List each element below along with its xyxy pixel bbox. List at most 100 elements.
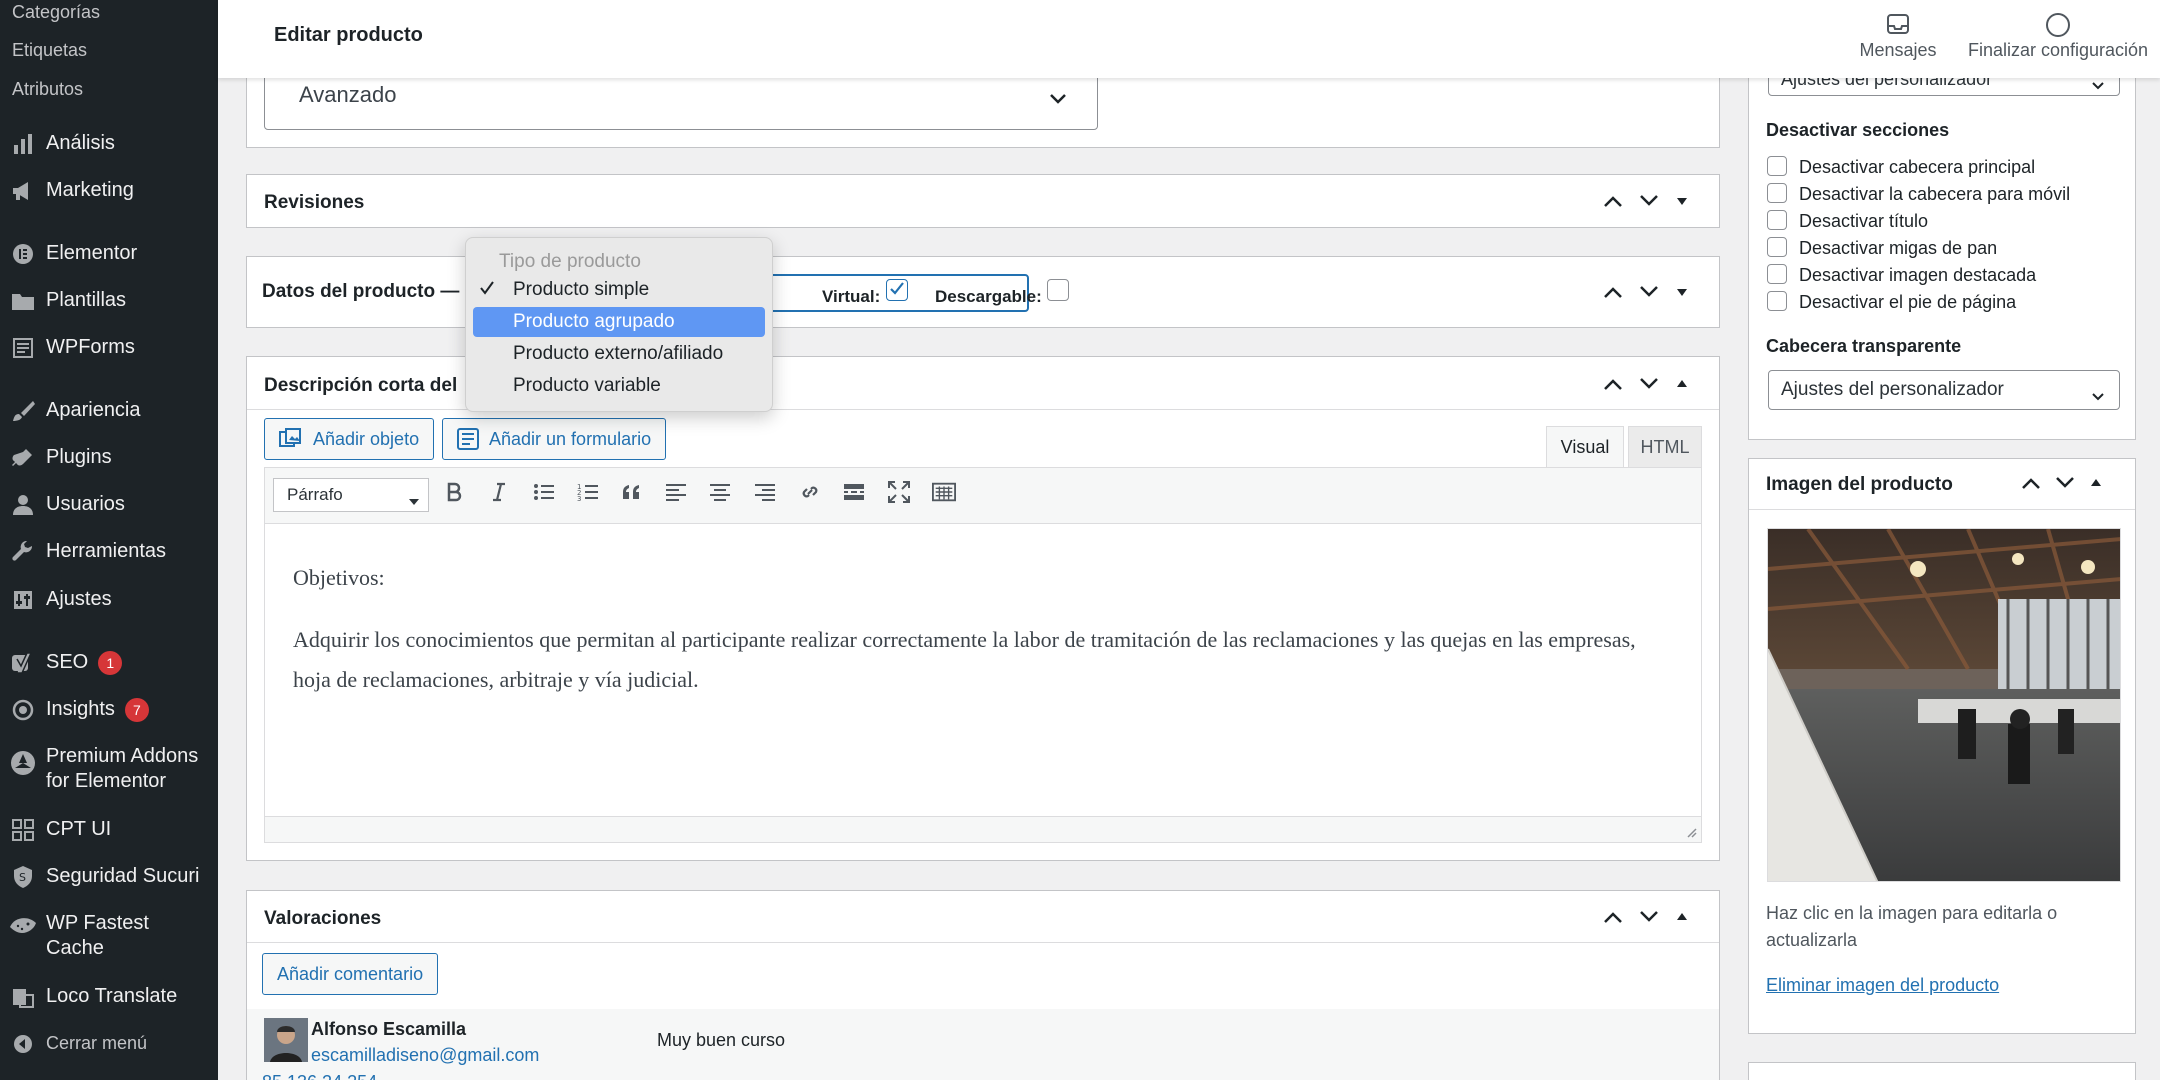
plug-icon — [0, 447, 46, 469]
tab-visual[interactable]: Visual — [1546, 426, 1624, 468]
transparent-header-title: Cabecera transparente — [1766, 336, 1962, 356]
comment-author[interactable]: Alfonso Escamilla — [311, 1019, 466, 1040]
sidebar-item-cpt-ui[interactable]: CPT UI — [0, 817, 218, 842]
sidebar-item-herramientas[interactable]: Herramientas — [0, 539, 218, 564]
remove-product-image-link[interactable]: Eliminar imagen del producto — [1766, 975, 1999, 996]
reviews-controls — [1603, 910, 1689, 924]
blockquote-button[interactable] — [620, 480, 644, 504]
disable-footer-checkbox[interactable] — [1767, 291, 1787, 311]
next-panel — [1748, 1062, 2136, 1080]
sidebar-item-plantillas[interactable]: Plantillas — [0, 288, 218, 313]
option-producto-simple[interactable]: Producto simple — [473, 275, 765, 305]
disable-title-checkbox[interactable] — [1767, 210, 1787, 230]
bullet-list-button[interactable] — [532, 480, 556, 504]
move-up-icon[interactable] — [1603, 910, 1623, 924]
align-right-button[interactable] — [753, 480, 777, 504]
sidebar-item-apariencia[interactable]: Apariencia — [0, 398, 218, 423]
settings-icon — [0, 589, 46, 611]
add-object-button[interactable]: Añadir objeto — [264, 418, 435, 460]
comment-email[interactable]: escamilladiseno@gmail.com — [311, 1045, 539, 1066]
sidebar-item-plugins[interactable]: Plugins — [0, 445, 218, 470]
sidebar-item-marketing[interactable]: Marketing — [0, 178, 218, 203]
chevron-down-icon — [2091, 75, 2105, 96]
form-icon — [0, 337, 46, 359]
sidebar-item-elementor[interactable]: Elementor — [0, 241, 218, 266]
sidebar-item-wpforms[interactable]: WPForms — [0, 335, 218, 360]
bold-button[interactable] — [442, 480, 466, 504]
sidebar-item-ajustes[interactable]: Ajustes — [0, 587, 218, 612]
dropdown-group-label: Tipo de producto — [499, 251, 641, 272]
move-down-icon[interactable] — [2055, 476, 2075, 490]
sidebar-item-loco-translate[interactable]: Loco Translate — [0, 984, 218, 1009]
transparent-header-select[interactable]: Ajustes del personalizador — [1768, 370, 2120, 410]
option-producto-agrupado[interactable]: Producto agrupado — [473, 307, 765, 337]
move-up-icon[interactable] — [1603, 377, 1623, 391]
sidebar-item-seo[interactable]: SEO 1 — [0, 650, 218, 675]
messages-button[interactable]: Mensajes — [1840, 12, 1956, 61]
move-down-icon[interactable] — [1639, 285, 1659, 299]
move-up-icon[interactable] — [2021, 476, 2041, 490]
sidebar-item-sucuri[interactable]: S Seguridad Sucuri — [0, 864, 218, 889]
insights-icon — [0, 699, 46, 721]
downloadable-checkbox[interactable] — [1047, 279, 1069, 301]
disable-main-header-checkbox[interactable] — [1767, 156, 1787, 176]
read-more-button[interactable] — [842, 480, 866, 504]
toggle-panel-icon[interactable] — [1675, 379, 1689, 389]
disable-title-label: Desactivar título — [1799, 211, 1929, 231]
fullscreen-button[interactable] — [887, 480, 911, 504]
disable-mobile-header-label: Desactivar la cabecera para móvil — [1799, 184, 2071, 204]
option-producto-externo[interactable]: Producto externo/afiliado — [473, 339, 765, 369]
disable-footer-label: Desactivar el pie de página — [1799, 292, 2017, 312]
sidebar-item-analisis[interactable]: Análisis — [0, 131, 218, 156]
submenu-etiquetas[interactable]: Etiquetas — [12, 40, 87, 61]
submenu-categorias[interactable]: Categorías — [12, 2, 100, 23]
move-down-icon[interactable] — [1639, 377, 1659, 391]
sidebar-item-usuarios[interactable]: Usuarios — [0, 492, 218, 517]
short-description-title: Descripción corta del — [264, 375, 458, 396]
submenu-atributos[interactable]: Atributos — [12, 79, 83, 100]
toggle-panel-icon[interactable] — [1675, 912, 1689, 922]
comment-text: Muy buen curso — [657, 1030, 786, 1050]
tab-html[interactable]: HTML — [1628, 426, 1702, 468]
comment-ip[interactable]: 85.136.24.254 — [262, 1072, 377, 1080]
sidebar-item-premium-addons[interactable]: Premium Addons for Elementor — [0, 744, 218, 794]
numbered-list-button[interactable]: 123 — [576, 480, 600, 504]
shield-icon: S — [0, 865, 46, 889]
revisions-panel: Revisiones — [246, 174, 1720, 228]
disable-mobile-header-checkbox[interactable] — [1767, 183, 1787, 203]
move-down-icon[interactable] — [1639, 910, 1659, 924]
collapse-menu-button[interactable]: Cerrar menú — [0, 1031, 218, 1056]
inbox-icon — [1840, 12, 1956, 40]
sidebar-item-wp-fastest-cache[interactable]: WP Fastest Cache — [0, 911, 218, 961]
toolbar-toggle-button[interactable] — [932, 480, 956, 504]
disable-breadcrumbs-checkbox[interactable] — [1767, 237, 1787, 257]
resize-handle-icon[interactable] — [1685, 826, 1697, 838]
disable-featured-image-checkbox[interactable] — [1767, 264, 1787, 284]
finish-setup-button[interactable]: Finalizar configuración — [1956, 12, 2160, 61]
disable-main-header-label: Desactivar cabecera principal — [1799, 157, 2036, 177]
align-left-button[interactable] — [664, 480, 688, 504]
format-select[interactable]: Párrafo — [273, 478, 429, 512]
page-header: Editar producto Mensajes Finalizar confi… — [218, 0, 2160, 78]
insert-link-button[interactable] — [798, 480, 822, 504]
disable-featured-image-label: Desactivar imagen destacada — [1799, 265, 2037, 285]
italic-button[interactable] — [487, 480, 511, 504]
option-producto-variable[interactable]: Producto variable — [473, 371, 765, 401]
editor-content[interactable]: Objetivos: Adquirir los conocimientos qu… — [293, 558, 1673, 700]
add-comment-button[interactable]: Añadir comentario — [262, 953, 439, 995]
toggle-panel-icon[interactable] — [1675, 287, 1689, 297]
move-down-icon[interactable] — [1639, 194, 1659, 208]
toggle-panel-icon[interactable] — [1675, 196, 1689, 206]
svg-text:S: S — [19, 871, 26, 884]
product-image[interactable] — [1767, 528, 2121, 882]
sidebar-item-insights[interactable]: Insights 7 — [0, 697, 218, 722]
virtual-checkbox[interactable] — [886, 279, 908, 301]
chevron-down-icon — [2091, 386, 2105, 408]
move-up-icon[interactable] — [1603, 194, 1623, 208]
move-up-icon[interactable] — [1603, 285, 1623, 299]
divider — [247, 942, 1719, 943]
toggle-panel-icon[interactable] — [2089, 478, 2103, 488]
align-center-button[interactable] — [708, 480, 732, 504]
add-media-icon — [279, 428, 301, 447]
add-form-button[interactable]: Añadir un formulario — [442, 418, 667, 460]
